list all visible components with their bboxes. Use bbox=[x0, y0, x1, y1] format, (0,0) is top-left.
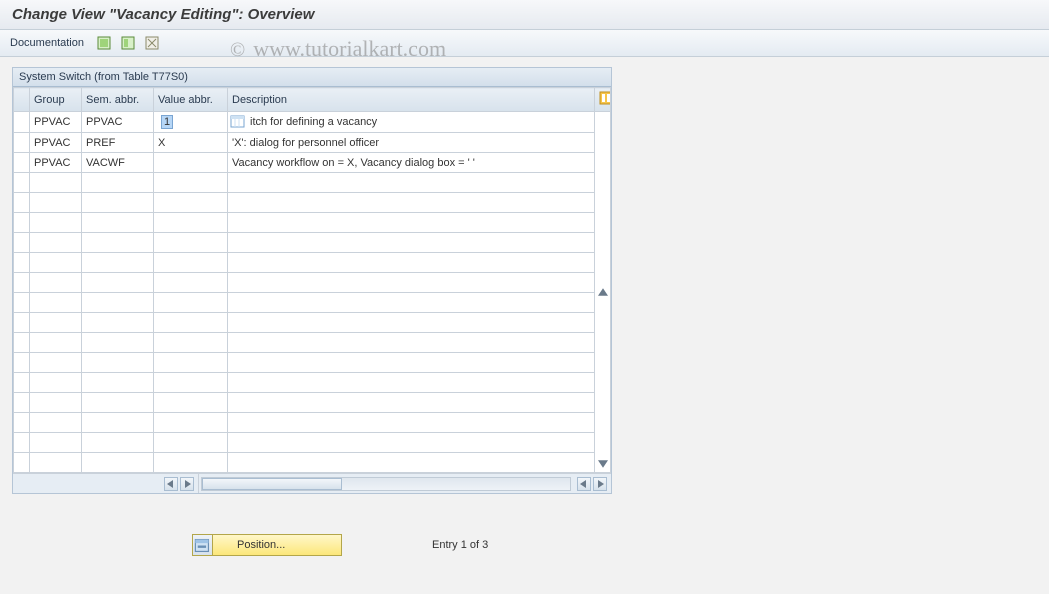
position-button[interactable]: Position... bbox=[192, 534, 342, 556]
panel-header: System Switch (from Table T77S0) bbox=[13, 68, 611, 87]
table-row bbox=[14, 253, 611, 273]
cell-sem[interactable]: VACWF bbox=[82, 153, 154, 173]
table-row bbox=[14, 193, 611, 213]
cell-value[interactable]: X bbox=[154, 133, 228, 153]
title-bar: Change View "Vacancy Editing": Overview bbox=[0, 0, 1049, 30]
vertical-scrollbar[interactable] bbox=[595, 112, 611, 473]
app-toolbar: Documentation bbox=[0, 30, 1049, 57]
system-switch-panel: System Switch (from Table T77S0) Group S… bbox=[12, 67, 612, 494]
col-header-desc[interactable]: Description bbox=[228, 88, 595, 112]
cell-desc[interactable]: itch for defining a vacancy bbox=[228, 112, 595, 133]
table-row: PPVAC PREF X 'X': dialog for personnel o… bbox=[14, 133, 611, 153]
table-row bbox=[14, 333, 611, 353]
cell-desc[interactable]: 'X': dialog for personnel officer bbox=[228, 133, 595, 153]
table-row bbox=[14, 293, 611, 313]
row-selector-header[interactable] bbox=[14, 88, 30, 112]
table-container: Group Sem. abbr. Value abbr. Description… bbox=[13, 87, 611, 493]
cell-value[interactable] bbox=[154, 153, 228, 173]
system-switch-table: Group Sem. abbr. Value abbr. Description… bbox=[13, 87, 611, 473]
row-selector[interactable] bbox=[14, 413, 30, 433]
footer-row: Position... Entry 1 of 3 bbox=[12, 534, 1037, 556]
table-row bbox=[14, 233, 611, 253]
table-row: PPVAC VACWF Vacancy workflow on = X, Vac… bbox=[14, 153, 611, 173]
scroll-up-icon[interactable] bbox=[596, 287, 610, 297]
deselect-all-icon[interactable] bbox=[144, 35, 160, 51]
page-title: Change View "Vacancy Editing": Overview bbox=[12, 6, 314, 23]
scroll-right-icon[interactable] bbox=[180, 477, 194, 491]
f4-help-icon[interactable] bbox=[230, 114, 246, 130]
cell-group[interactable]: PPVAC bbox=[30, 133, 82, 153]
select-block-icon[interactable] bbox=[120, 35, 136, 51]
row-selector[interactable] bbox=[14, 213, 30, 233]
table-row bbox=[14, 313, 611, 333]
scroll-right-icon[interactable] bbox=[593, 477, 607, 491]
table-header-row: Group Sem. abbr. Value abbr. Description bbox=[14, 88, 611, 112]
scroll-left-icon[interactable] bbox=[577, 477, 591, 491]
value-input[interactable]: 1 bbox=[161, 115, 173, 129]
row-selector[interactable] bbox=[14, 293, 30, 313]
col-header-group[interactable]: Group bbox=[30, 88, 82, 112]
select-all-icon[interactable] bbox=[96, 35, 112, 51]
entry-counter: Entry 1 of 3 bbox=[432, 539, 488, 551]
content-area: System Switch (from Table T77S0) Group S… bbox=[0, 57, 1049, 566]
row-selector[interactable] bbox=[14, 353, 30, 373]
col-header-val[interactable]: Value abbr. bbox=[154, 88, 228, 112]
horizontal-scrollbar bbox=[13, 473, 611, 493]
hscroll-track[interactable] bbox=[201, 477, 571, 491]
cell-sem[interactable]: PREF bbox=[82, 133, 154, 153]
position-button-label: Position... bbox=[237, 539, 285, 551]
table-row bbox=[14, 213, 611, 233]
row-selector[interactable] bbox=[14, 133, 30, 153]
row-selector[interactable] bbox=[14, 233, 30, 253]
scroll-down-icon[interactable] bbox=[596, 459, 610, 469]
hscroll-left-group bbox=[13, 474, 199, 493]
table-body: PPVAC PPVAC 1 itch for defining a vacanc… bbox=[14, 112, 611, 473]
table-row bbox=[14, 433, 611, 453]
hscroll-right-group bbox=[573, 477, 611, 491]
row-selector[interactable] bbox=[14, 453, 30, 473]
row-selector[interactable] bbox=[14, 393, 30, 413]
row-selector[interactable] bbox=[14, 273, 30, 293]
table-row bbox=[14, 173, 611, 193]
row-selector[interactable] bbox=[14, 433, 30, 453]
col-header-sem[interactable]: Sem. abbr. bbox=[82, 88, 154, 112]
cell-group[interactable]: PPVAC bbox=[30, 153, 82, 173]
table-row bbox=[14, 413, 611, 433]
row-selector[interactable] bbox=[14, 253, 30, 273]
cell-group[interactable]: PPVAC bbox=[30, 112, 82, 133]
row-selector[interactable] bbox=[14, 313, 30, 333]
position-icon bbox=[193, 535, 213, 555]
table-row bbox=[14, 453, 611, 473]
table-row bbox=[14, 393, 611, 413]
scroll-left-icon[interactable] bbox=[164, 477, 178, 491]
table-row: PPVAC PPVAC 1 itch for defining a vacanc… bbox=[14, 112, 611, 133]
row-selector[interactable] bbox=[14, 173, 30, 193]
cell-sem[interactable]: PPVAC bbox=[82, 112, 154, 133]
hscroll-thumb[interactable] bbox=[202, 478, 342, 490]
cell-desc[interactable]: Vacancy workflow on = X, Vacancy dialog … bbox=[228, 153, 595, 173]
table-row bbox=[14, 353, 611, 373]
row-selector[interactable] bbox=[14, 112, 30, 133]
table-row bbox=[14, 373, 611, 393]
cell-value-editing[interactable]: 1 bbox=[154, 112, 228, 133]
row-selector[interactable] bbox=[14, 193, 30, 213]
documentation-button[interactable]: Documentation bbox=[10, 37, 84, 49]
row-selector[interactable] bbox=[14, 373, 30, 393]
row-selector[interactable] bbox=[14, 153, 30, 173]
table-row bbox=[14, 273, 611, 293]
table-config-icon[interactable] bbox=[595, 88, 611, 112]
row-selector[interactable] bbox=[14, 333, 30, 353]
